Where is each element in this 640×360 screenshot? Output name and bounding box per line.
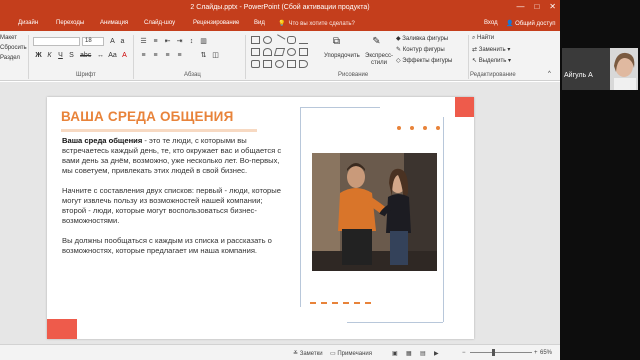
status-bar: ≚ Заметки ▭ Примечания ▣ ▦ ▤ ▶ − + 65%: [0, 344, 560, 360]
align-center-icon[interactable]: ≡: [151, 51, 160, 60]
minimize-icon[interactable]: —: [516, 2, 524, 11]
decor-dots: [397, 126, 440, 130]
title-bar: 2 Слайды.pptx - PowerPoint (Сбой активац…: [0, 0, 560, 16]
frame-line-right: [443, 117, 444, 322]
replace-button[interactable]: ⇄ Заменить ▾: [472, 46, 510, 53]
shape-fill-button[interactable]: ◆ Заливка фигуры: [396, 35, 448, 42]
font-group-label: Шрифт: [76, 72, 96, 78]
chevron-down-icon: ▾: [505, 47, 511, 53]
reset-button[interactable]: Сбросить: [0, 45, 27, 51]
strikethrough-icon[interactable]: abc: [80, 51, 91, 60]
char-spacing-icon[interactable]: ↔: [96, 51, 105, 60]
grow-font-icon[interactable]: A: [108, 37, 117, 46]
view-reading-icon[interactable]: ▤: [420, 350, 426, 357]
font-name-combo[interactable]: [33, 37, 80, 46]
view-slideshow-icon[interactable]: ▶: [434, 350, 439, 357]
italic-icon[interactable]: К: [45, 51, 54, 60]
couple-photo-illustration: [312, 153, 437, 271]
slide-canvas[interactable]: ВАША СРЕДА ОБЩЕНИЯ Ваша среда общения - …: [47, 97, 474, 339]
shape-outline-button[interactable]: ✎ Контур фигуры: [396, 46, 445, 53]
columns-icon[interactable]: ▥: [199, 37, 208, 46]
shrink-font-icon[interactable]: a: [118, 37, 127, 46]
font-size-combo[interactable]: 18: [82, 37, 104, 46]
tab-review[interactable]: Рецензирование: [193, 20, 239, 26]
find-button[interactable]: ⌕ Найти: [472, 35, 494, 42]
restore-icon[interactable]: □: [534, 2, 539, 11]
section-button[interactable]: Раздел: [0, 55, 20, 61]
share-button[interactable]: 👤 Общий доступ: [506, 20, 555, 27]
accent-block-bottom-left: [47, 319, 77, 339]
pen-icon: ✎: [396, 47, 403, 53]
paragraph-2: Начните с составления двух списков: перв…: [62, 186, 281, 225]
shadow-icon[interactable]: S: [67, 51, 76, 60]
decor-dashes: [310, 302, 371, 304]
editing-group-label: Редактирование: [470, 72, 516, 78]
view-normal-icon[interactable]: ▣: [392, 350, 398, 357]
frame-line-left: [300, 107, 301, 307]
zoom-in-icon[interactable]: +: [534, 350, 538, 356]
line-spacing-icon[interactable]: ↕: [187, 37, 196, 46]
paragraph-group-label: Абзац: [184, 72, 201, 78]
close-icon[interactable]: ✕: [549, 2, 556, 11]
smartart-icon[interactable]: ◫: [211, 51, 220, 60]
arrange-icon: ⧉: [332, 36, 341, 47]
title-underline: [61, 129, 257, 132]
bullets-icon[interactable]: ☰: [139, 37, 148, 46]
couple-photo[interactable]: [312, 153, 437, 271]
tab-animation[interactable]: Анимация: [100, 20, 128, 26]
notes-button[interactable]: ≚ Заметки: [293, 350, 323, 357]
person-icon: 👤: [506, 21, 516, 27]
increase-indent-icon[interactable]: ⇥: [175, 37, 184, 46]
align-right-icon[interactable]: ≡: [163, 51, 172, 60]
zoom-out-icon[interactable]: −: [462, 350, 466, 356]
zoom-slider[interactable]: [470, 352, 532, 353]
window-title: 2 Слайды.pptx - PowerPoint (Сбой активац…: [190, 4, 370, 11]
underline-icon[interactable]: Ч: [56, 51, 65, 60]
tab-view[interactable]: Вид: [254, 20, 265, 26]
zoom-level[interactable]: 65%: [540, 350, 552, 356]
chevron-down-icon: ▾: [506, 58, 512, 64]
decrease-indent-icon[interactable]: ⇤: [163, 37, 172, 46]
select-button[interactable]: ↖ Выделить ▾: [472, 57, 511, 64]
bold-icon[interactable]: Ж: [34, 51, 43, 60]
powerpoint-window: 2 Слайды.pptx - PowerPoint (Сбой активац…: [0, 0, 560, 360]
slide-title[interactable]: ВАША СРЕДА ОБЩЕНИЯ: [61, 109, 234, 124]
tab-transitions[interactable]: Переходы: [56, 20, 84, 26]
replace-icon: ⇄: [472, 47, 479, 53]
paragraph-3: Вы должны пообщаться с каждым из списка …: [62, 236, 272, 255]
drawing-group-label: Рисование: [338, 72, 369, 78]
slide-workspace: ВАША СРЕДА ОБЩЕНИЯ Ваша среда общения - …: [0, 82, 560, 344]
ribbon-tabs: Дизайн Переходы Анимация Слайд-шоу Рецен…: [0, 16, 560, 31]
view-sorter-icon[interactable]: ▦: [406, 350, 412, 357]
frame-line-top: [300, 107, 380, 108]
comments-button[interactable]: ▭ Примечания: [330, 350, 372, 357]
ribbon: Макет Сбросить Раздел 18 A a Ж К Ч S abc…: [0, 31, 560, 81]
layout-button[interactable]: Макет: [0, 35, 17, 41]
webcam-video[interactable]: [562, 48, 638, 90]
tab-slideshow[interactable]: Слайд-шоу: [144, 20, 175, 26]
shape-effects-button[interactable]: ◇ Эффекты фигуры: [396, 57, 452, 64]
numbering-icon[interactable]: ≡: [151, 37, 160, 46]
font-color-icon[interactable]: A: [120, 51, 129, 60]
accent-block-top-right: [455, 97, 474, 117]
slide-body-text[interactable]: Ваша среда общения - это те люди, с кото…: [62, 136, 287, 266]
collapse-ribbon-icon[interactable]: ^: [548, 71, 551, 77]
webcam-participant-image: [562, 48, 638, 90]
participant-name: Айгуль А: [564, 72, 593, 79]
notes-icon: ≚: [293, 351, 300, 357]
tab-design[interactable]: Дизайн: [18, 20, 38, 26]
tell-me-box[interactable]: 💡 Что вы хотите сделать?: [278, 20, 355, 27]
text-direction-icon[interactable]: ⇅: [199, 51, 208, 60]
zoom-slider-thumb[interactable]: [492, 349, 495, 356]
frame-line-bottom: [347, 322, 443, 323]
webcam-panel: Айгуль А: [560, 0, 640, 360]
paragraph-1: Ваша среда общения - это те люди, с кото…: [62, 136, 282, 175]
lightbulb-icon: 💡: [278, 21, 286, 27]
quick-styles-icon: ✎: [372, 36, 381, 47]
cursor-icon: ↖: [472, 58, 479, 64]
signin-link[interactable]: Вход: [484, 20, 498, 26]
justify-icon[interactable]: ≡: [175, 51, 184, 60]
align-left-icon[interactable]: ≡: [139, 51, 148, 60]
change-case-icon[interactable]: Aa: [108, 51, 117, 60]
